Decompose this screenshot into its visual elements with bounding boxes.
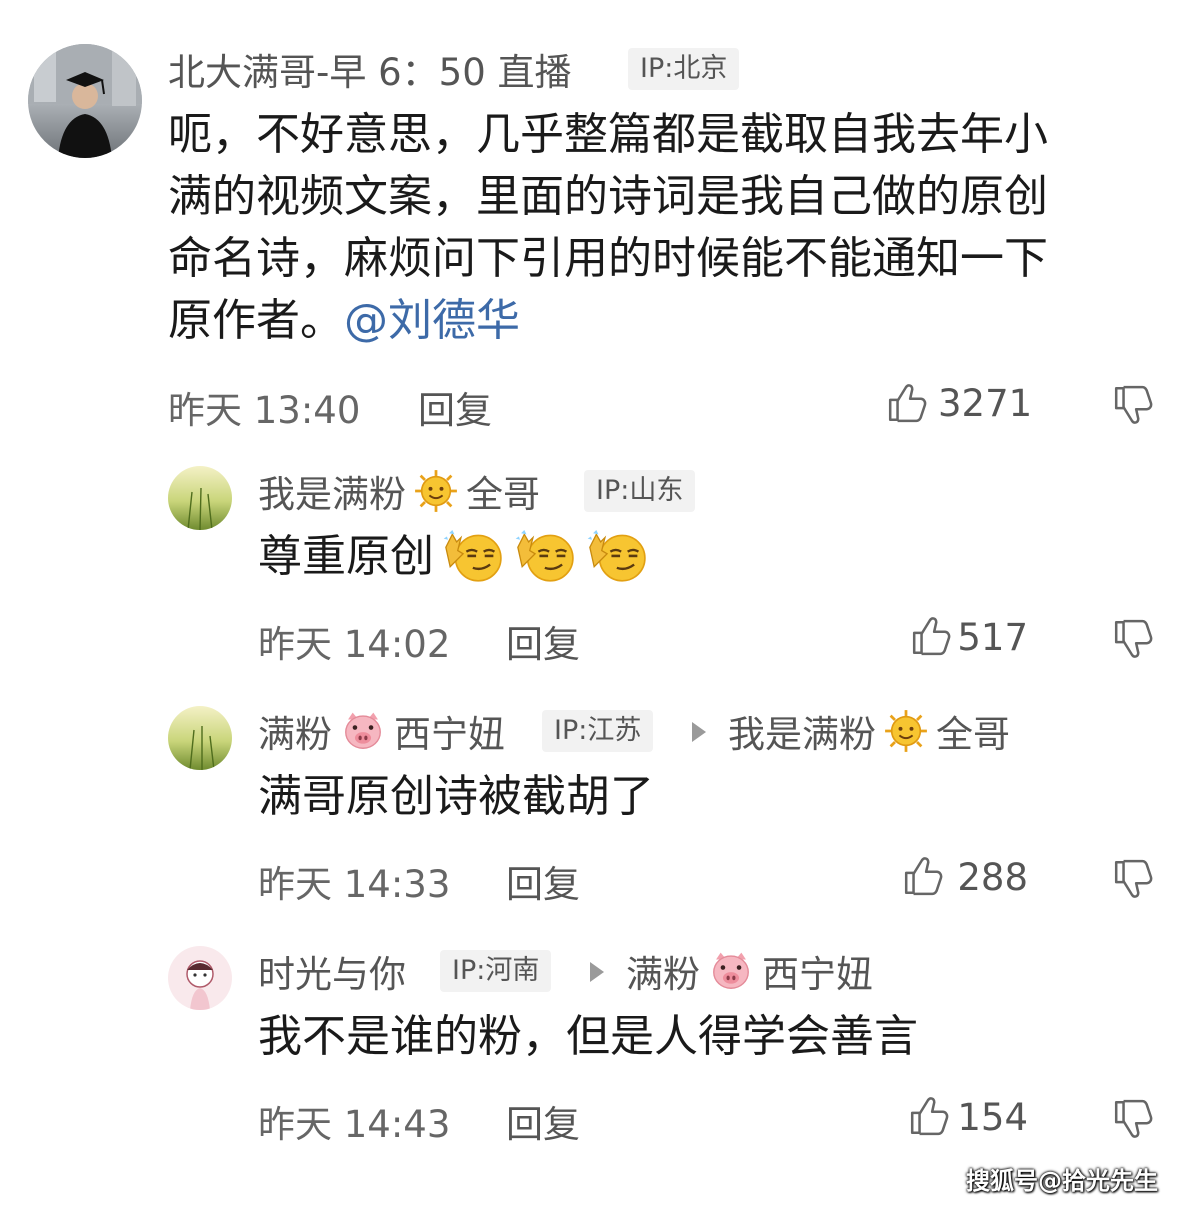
watermark: 搜狐号@拾光先生 [966,1167,1158,1195]
like-count: 3271 [938,382,1033,425]
like-count: 517 [957,616,1028,659]
reply-to-name-part: 西宁妞 [762,953,873,996]
comment-text: 满哥原创诗被截胡了 [258,771,654,822]
author-name-part: 满粉 [258,713,332,756]
reply-button[interactable]: 回复 [418,380,492,434]
thumbs-down-icon[interactable] [1112,384,1154,426]
ip-badge: IP:河南 [440,950,552,992]
pig-emoji-icon [340,708,386,754]
avatar[interactable] [168,946,232,1010]
avatar[interactable] [168,466,232,530]
smirk-emoji-icon [514,530,580,584]
comment-text: 我不是谁的粉，但是人得学会善言 [258,1011,918,1062]
author-name-part: 全哥 [466,473,540,516]
like-count: 288 [957,856,1028,899]
reply-button[interactable]: 回复 [506,614,580,668]
comment-text-tail: 原作者。 [168,295,344,346]
sun-emoji-icon [414,469,458,513]
comment-text-line: 呃，不好意思，几乎整篇都是截取自我去年小 [168,109,1048,160]
comment-text-line: 命名诗，麻烦问下引用的时候能不能通知一下 [168,233,1048,284]
reply-button[interactable]: 回复 [506,854,580,908]
thumbs-down-icon[interactable] [1112,618,1154,660]
comment-time: 昨天 14:33 [258,863,451,906]
like-count: 154 [957,1096,1028,1139]
comment-time: 昨天 14:43 [258,1103,451,1146]
avatar[interactable] [28,44,142,158]
comment-text-line: 原作者。@刘德华 [168,290,1168,352]
avatar[interactable] [168,706,232,770]
comment-text: 呃，不好意思，几乎整篇都是截取自我去年小 满的视频文案，里面的诗词是我自己做的原… [168,104,1168,352]
sun-emoji-icon [884,709,928,753]
reply-to-name-part: 满粉 [626,953,700,996]
reply-to-name-part: 我是满粉 [728,713,876,756]
comment-author[interactable]: 北大满哥-早 6：50 直播 [168,44,572,94]
author-name-part: 西宁妞 [394,713,505,756]
smirk-emoji-icon [586,530,652,584]
ip-badge: IP:山东 [584,470,696,512]
author-name-part: 我是满粉 [258,473,406,516]
thumbs-down-icon[interactable] [1112,1098,1154,1140]
comment-author[interactable]: 满粉 西宁妞 [258,706,505,756]
reply-arrow-icon [590,962,604,982]
comment-text-line: 尊重原创 [258,531,434,582]
pig-emoji-icon [708,948,754,994]
comment-time: 昨天 14:02 [258,623,451,666]
ip-badge: IP:江苏 [542,710,654,752]
comment-time: 昨天 13:40 [168,389,361,432]
thumbs-up-icon[interactable] [886,382,928,424]
reply-to-user[interactable]: 我是满粉 全哥 [728,706,1010,756]
comment-author[interactable]: 时光与你 [258,946,406,996]
smirk-emoji-icon [442,530,508,584]
comment-text-line: 满的视频文案，里面的诗词是我自己做的原创 [168,171,1048,222]
thumbs-down-icon[interactable] [1112,858,1154,900]
mention-link[interactable]: @刘德华 [344,295,520,346]
reply-to-user[interactable]: 满粉 西宁妞 [626,946,873,996]
comment-author[interactable]: 我是满粉 全哥 [258,466,540,516]
reply-button[interactable]: 回复 [506,1094,580,1148]
reply-arrow-icon [692,722,706,742]
comment-text: 尊重原创 [258,526,652,588]
reply-to-name-part: 全哥 [936,713,1010,756]
ip-badge: IP:北京 [628,48,740,90]
